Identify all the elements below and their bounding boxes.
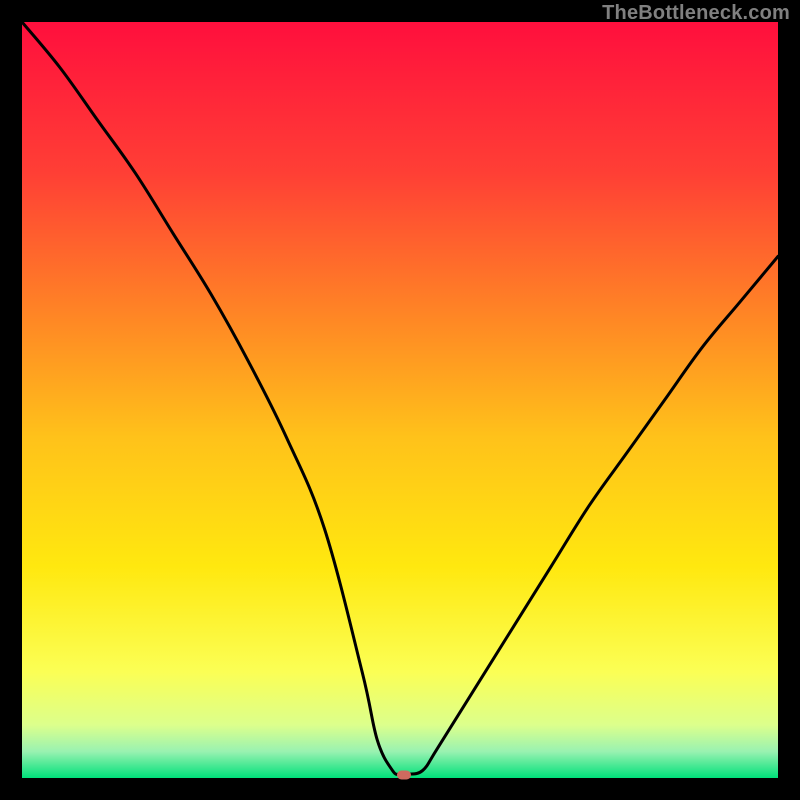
chart-stage: TheBottleneck.com xyxy=(0,0,800,800)
bottleneck-curve xyxy=(22,22,778,778)
watermark-text: TheBottleneck.com xyxy=(602,2,790,25)
gradient-background xyxy=(22,22,778,778)
optimum-marker xyxy=(397,770,411,779)
plot-area xyxy=(22,22,778,778)
